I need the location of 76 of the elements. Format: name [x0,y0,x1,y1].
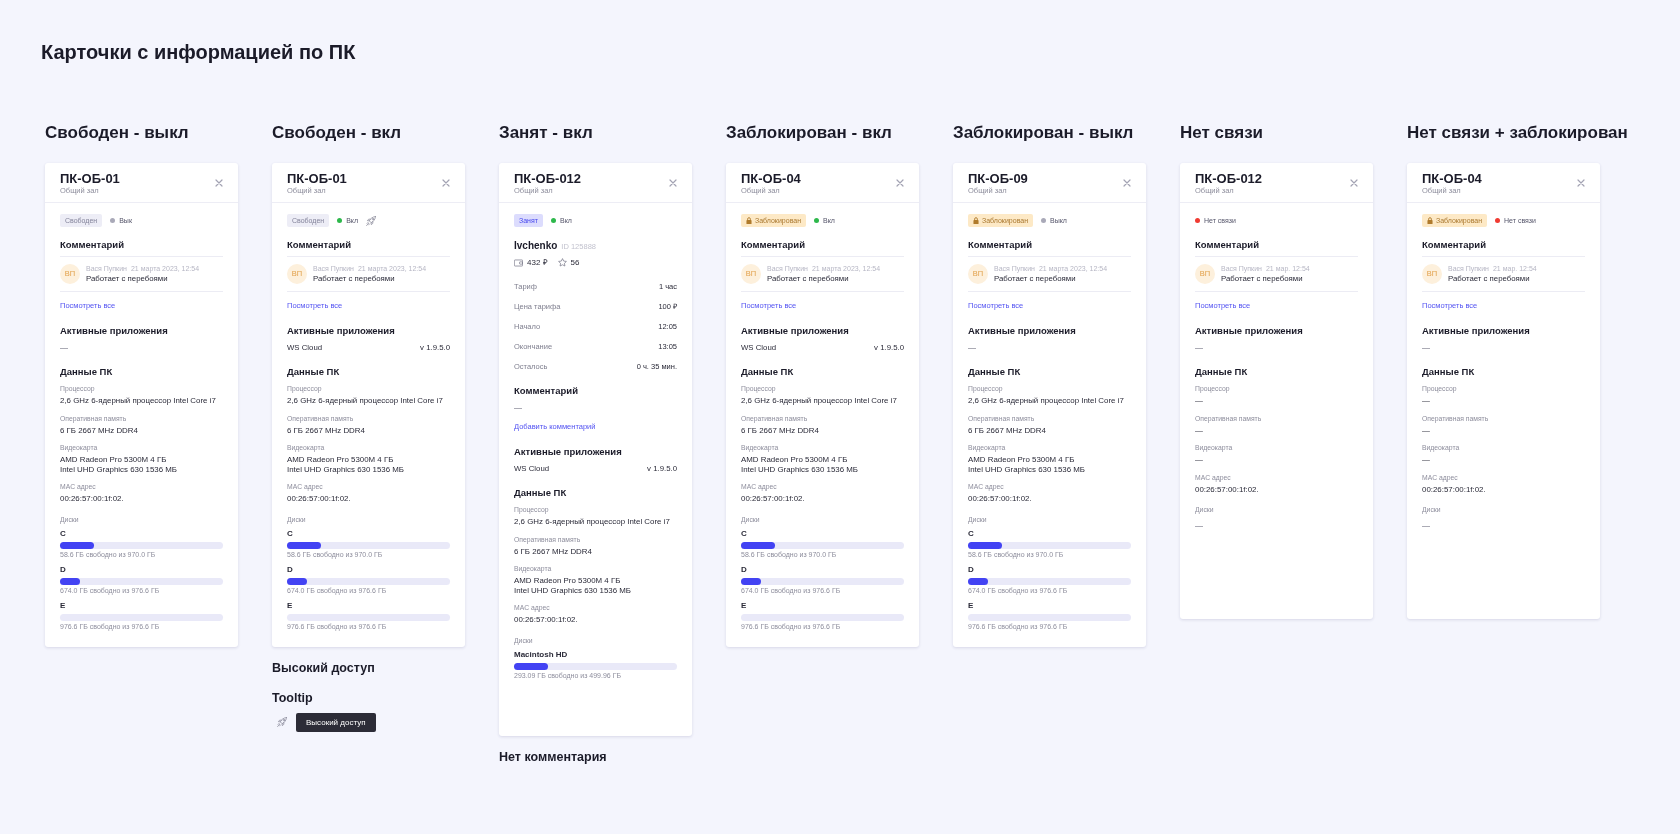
state-heading: Занят - вкл [499,123,593,143]
section-heading: Активные приложения [1195,325,1304,337]
section-heading: Данные ПК [1422,366,1476,378]
balance-value: 432 ₽ [527,257,548,268]
section-heading: Комментарий [1422,239,1487,251]
empty-value: — [1422,521,1431,531]
pc-name: ПК-ОБ-01 [287,171,347,186]
disk-name: Macintosh HD [514,649,569,660]
section-heading: Активные приложения [968,325,1077,337]
disk-name: D [60,564,67,575]
empty-value: — [60,343,69,353]
state-heading: Свободен - вкл [272,123,402,143]
note-heading: Нет комментария [499,749,607,765]
pc-name: ПК-ОБ-01 [60,171,120,186]
disk-name: D [287,564,294,575]
state-heading: Заблокирован - выкл [953,123,1134,143]
section-heading: Активные приложения [60,325,169,337]
section-heading: Активные приложения [514,446,623,458]
section-heading: Данные ПК [60,366,114,378]
empty-value: — [1195,343,1204,353]
close-icon[interactable] [1577,179,1585,187]
pc-name: ПК-ОБ-04 [741,171,801,186]
close-icon[interactable] [1123,179,1131,187]
section-heading: Комментарий [287,239,352,251]
user-name: Ivchenko [514,239,558,252]
empty-value: — [1422,343,1431,353]
note-heading: Высокий доступ [272,660,375,676]
state-heading: Нет связи + заблокирован [1407,123,1628,143]
disk-name: C [60,528,67,539]
tooltip: Высокий доступ [296,712,376,732]
star-icon [557,258,567,267]
pc-name: ПК-ОБ-012 [1195,171,1263,186]
section-heading: Данные ПК [514,487,568,499]
section-heading: Комментарий [514,385,579,397]
page-title: Карточки с информацией по ПК [41,41,356,63]
section-heading: Активные приложения [1422,325,1531,337]
state-heading: Заблокирован - вкл [726,123,892,143]
section-heading: Комментарий [60,239,125,251]
lock-icon [746,216,752,225]
disk-name: D [741,564,748,575]
disk-name: E [968,600,975,611]
close-icon[interactable] [215,179,223,187]
pc-name: ПК-ОБ-012 [514,171,582,186]
empty-value: — [968,343,977,353]
wallet-icon [514,258,523,267]
section-heading: Комментарий [1195,239,1260,251]
empty-comment: — [514,403,523,413]
section-heading: Данные ПК [968,366,1022,378]
empty-value: — [1195,521,1204,531]
pc-name: ПК-ОБ-04 [1422,171,1482,186]
close-icon[interactable] [896,179,904,187]
rocket-icon [277,717,287,727]
section-heading: Активные приложения [287,325,396,337]
state-heading: Свободен - выкл [45,123,189,143]
disk-name: D [968,564,975,575]
section-heading: Комментарий [741,239,806,251]
disk-name: C [741,528,748,539]
disk-name: E [60,600,67,611]
lock-icon [1427,216,1433,225]
score-value: 56 [570,257,580,268]
disk-name: E [287,600,294,611]
section-heading: Данные ПК [287,366,341,378]
pc-name: ПК-ОБ-09 [968,171,1028,186]
section-heading: Активные приложения [741,325,850,337]
section-heading: Комментарий [968,239,1033,251]
close-icon[interactable] [1350,179,1358,187]
note-heading: Tooltip [272,690,313,706]
close-icon[interactable] [669,179,677,187]
state-heading: Нет связи [1180,123,1264,143]
disk-name: C [287,528,294,539]
section-heading: Данные ПК [741,366,795,378]
close-icon[interactable] [442,179,450,187]
lock-icon [973,216,979,225]
disk-name: C [968,528,975,539]
disk-name: E [741,600,748,611]
section-heading: Данные ПК [1195,366,1249,378]
